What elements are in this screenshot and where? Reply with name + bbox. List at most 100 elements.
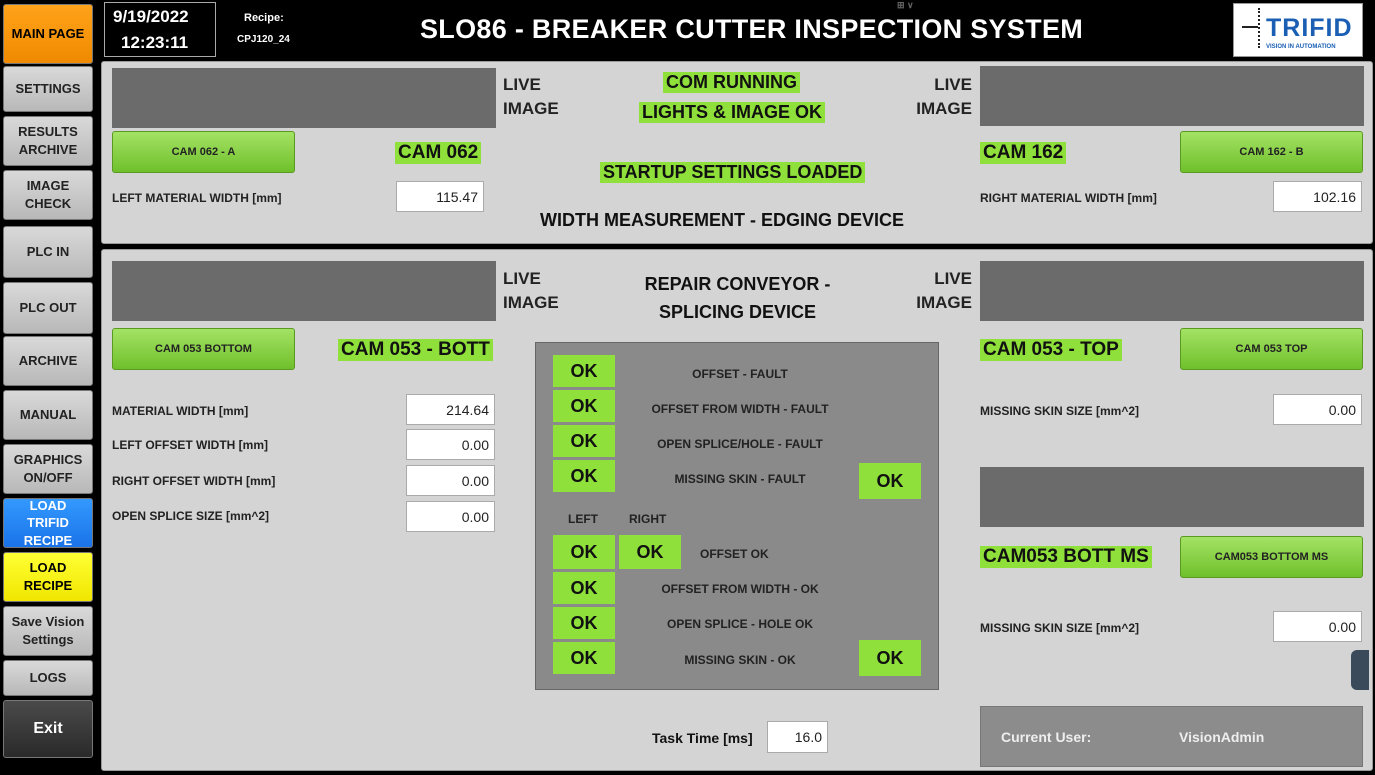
startup-settings-status: STARTUP SETTINGS LOADED bbox=[600, 162, 866, 183]
plc-out-label: PLC OUT bbox=[19, 300, 77, 316]
date-text: 9/19/2022 bbox=[113, 7, 189, 26]
missing-skin-bottom-indicator: OK bbox=[859, 640, 921, 676]
cam053-bottom-btn-label: CAM 053 BOTTOM bbox=[155, 343, 252, 355]
left-offset-label: LEFT OFFSET WIDTH [mm] bbox=[112, 438, 268, 452]
graphics-toggle-button[interactable]: GRAPHICS ON/OFF bbox=[3, 444, 93, 494]
offset-ok-right-indicator: OK bbox=[619, 535, 681, 569]
missing-skin-fault-label: MISSING SKIN - FAULT bbox=[674, 472, 806, 486]
image-check-label: IMAGE CHECK bbox=[24, 178, 72, 211]
live-image-cam062[interactable] bbox=[112, 68, 496, 128]
cam053-top-btn-label: CAM 053 TOP bbox=[1235, 343, 1308, 355]
cam162-b-button[interactable]: CAM 162 - B bbox=[1180, 131, 1363, 173]
current-user-box: Current User: VisionAdmin bbox=[980, 706, 1363, 767]
plc-out-button[interactable]: PLC OUT bbox=[3, 282, 93, 334]
ms-missing-skin-value: 0.00 bbox=[1273, 611, 1362, 642]
missing-skin-fault-indicator: OK bbox=[553, 460, 615, 492]
offset-width-fault-indicator: OK bbox=[553, 390, 615, 422]
right-offset-label: RIGHT OFFSET WIDTH [mm] bbox=[112, 474, 276, 488]
lights-image-ok-status: LIGHTS & IMAGE OK bbox=[639, 102, 825, 123]
live-image-cam162[interactable] bbox=[980, 66, 1364, 126]
archive-button[interactable]: ARCHIVE bbox=[3, 336, 93, 386]
cam062-a-button[interactable]: CAM 062 - A bbox=[112, 131, 295, 173]
recipe-label: Recipe: bbox=[244, 12, 284, 24]
live-image-cam053-bott[interactable] bbox=[112, 261, 496, 321]
time-text: 12:23:11 bbox=[121, 33, 189, 52]
datetime-box: 9/19/2022 12:23:11 bbox=[104, 2, 216, 57]
left-offset-value: 0.00 bbox=[406, 429, 495, 460]
open-splice-ok-label: OPEN SPLICE - HOLE OK bbox=[666, 617, 813, 631]
main-page-label: MAIN PAGE bbox=[11, 26, 85, 42]
missing-skin-top-indicator: OK bbox=[859, 463, 921, 499]
offset-fault-label: OFFSET - FAULT bbox=[692, 367, 788, 381]
live-image-cam053-top[interactable] bbox=[980, 261, 1364, 321]
exit-label: Exit bbox=[33, 720, 63, 738]
cam062-label: CAM 062 bbox=[395, 142, 482, 164]
offset-width-fault-label: OFFSET FROM WIDTH - FAULT bbox=[651, 402, 829, 416]
material-width-label: MATERIAL WIDTH [mm] bbox=[112, 404, 249, 418]
cam162-label: CAM 162 bbox=[980, 142, 1067, 164]
live-image-label-left: LIVE IMAGE bbox=[503, 75, 559, 118]
missing-skin-value: 0.00 bbox=[1273, 394, 1362, 425]
right-offset-value: 0.00 bbox=[406, 465, 495, 496]
load-recipe-button[interactable]: LOAD RECIPE bbox=[3, 552, 93, 602]
offset-width-ok-label: OFFSET FROM WIDTH - OK bbox=[661, 582, 819, 596]
width-measurement-title: WIDTH MEASUREMENT - EDGING DEVICE bbox=[540, 210, 905, 230]
cam053-bottom-ms-btn-label: CAM053 BOTTOM MS bbox=[1214, 551, 1329, 563]
logs-label: LOGS bbox=[29, 670, 67, 686]
right-width-value: 102.16 bbox=[1273, 181, 1362, 212]
cam062-a-label: CAM 062 - A bbox=[171, 146, 236, 158]
ms-missing-skin-label: MISSING SKIN SIZE [mm^2] bbox=[980, 621, 1140, 635]
settings-label: SETTINGS bbox=[15, 81, 81, 97]
page-title: SLO86 - BREAKER CUTTER INSPECTION SYSTEM bbox=[420, 14, 1084, 44]
com-running-status: COM RUNNING bbox=[663, 72, 800, 93]
load-trifid-recipe-button[interactable]: LOAD TRIFID RECIPE bbox=[3, 498, 93, 548]
material-width-value: 214.64 bbox=[406, 394, 495, 425]
offset-ok-left-indicator: OK bbox=[553, 535, 615, 569]
cam053-bottom-ms-button[interactable]: CAM053 BOTTOM MS bbox=[1180, 536, 1363, 578]
left-width-value: 115.47 bbox=[396, 181, 484, 212]
logo-sub: VISION IN AUTOMATION bbox=[1266, 44, 1336, 50]
cam053-bott-ms-label: CAM053 BOTT MS bbox=[980, 546, 1152, 568]
live-image-cam053-ms[interactable] bbox=[980, 467, 1364, 527]
trifid-logo: TRIFID VISION IN AUTOMATION bbox=[1233, 3, 1363, 57]
right-width-label: RIGHT MATERIAL WIDTH [mm] bbox=[980, 191, 1157, 205]
manual-label: MANUAL bbox=[19, 407, 77, 423]
archive-label: ARCHIVE bbox=[18, 353, 78, 369]
cam162-b-label: CAM 162 - B bbox=[1239, 146, 1304, 158]
plc-in-button[interactable]: PLC IN bbox=[3, 226, 93, 278]
cam053-bottom-button[interactable]: CAM 053 BOTTOM bbox=[112, 328, 295, 370]
plc-in-label: PLC IN bbox=[26, 244, 70, 260]
results-archive-label: RESULTS ARCHIVE bbox=[18, 124, 78, 157]
load-trifid-label: LOAD TRIFID RECIPE bbox=[23, 498, 73, 548]
logs-button[interactable]: LOGS bbox=[3, 660, 93, 696]
open-splice-fault-label: OPEN SPLICE/HOLE - FAULT bbox=[657, 437, 823, 451]
current-user-value: VisionAdmin bbox=[1179, 729, 1265, 745]
missing-skin-ok-label: MISSING SKIN - OK bbox=[684, 653, 796, 667]
task-time-value: 16.0 bbox=[767, 721, 828, 753]
left-width-label: LEFT MATERIAL WIDTH [mm] bbox=[112, 191, 282, 205]
right-column-label: RIGHT bbox=[629, 512, 667, 526]
cam053-top-button[interactable]: CAM 053 TOP bbox=[1180, 328, 1363, 370]
exit-button[interactable]: Exit bbox=[3, 700, 93, 758]
side-tab-icon[interactable] bbox=[1351, 650, 1369, 690]
main-page-button[interactable]: MAIN PAGE bbox=[3, 4, 93, 64]
splicing-title: REPAIR CONVEYOR - SPLICING DEVICE bbox=[644, 274, 831, 322]
settings-button[interactable]: SETTINGS bbox=[3, 66, 93, 112]
open-splice-value: 0.00 bbox=[406, 501, 495, 532]
image-check-button[interactable]: IMAGE CHECK bbox=[3, 170, 93, 220]
live-image-label-splice-left: LIVE IMAGE bbox=[503, 269, 559, 312]
save-vision-settings-button[interactable]: Save Vision Settings bbox=[3, 606, 93, 656]
missing-skin-label: MISSING SKIN SIZE [mm^2] bbox=[980, 404, 1140, 418]
logo-text: TRIFID bbox=[1266, 14, 1353, 42]
manual-button[interactable]: MANUAL bbox=[3, 390, 93, 440]
current-user-label: Current User: bbox=[1001, 729, 1092, 745]
window-control-icon[interactable]: ⊞ ∨ bbox=[897, 0, 937, 12]
open-splice-label: OPEN SPLICE SIZE [mm^2] bbox=[112, 509, 270, 523]
graphics-label: GRAPHICS ON/OFF bbox=[13, 452, 83, 485]
results-archive-button[interactable]: RESULTS ARCHIVE bbox=[3, 116, 93, 166]
logo-cross-h bbox=[1242, 26, 1258, 28]
open-splice-fault-indicator: OK bbox=[553, 425, 615, 457]
offset-fault-indicator: OK bbox=[553, 355, 615, 387]
save-vision-label: Save Vision Settings bbox=[11, 614, 85, 647]
offset-ok-label: OFFSET OK bbox=[700, 547, 769, 561]
